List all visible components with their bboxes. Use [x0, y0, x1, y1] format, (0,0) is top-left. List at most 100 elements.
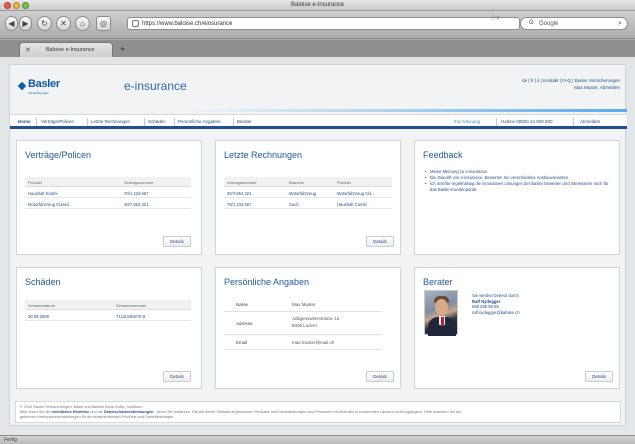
window-title: Baloise e-Insurance [290, 2, 345, 8]
panel-persoenlich: Persönliche Angaben Name Max Muster Adre… [215, 267, 401, 389]
details-button-rechnungen[interactable]: Details [366, 236, 394, 247]
footer-text: , bevor Sie fortfahren. Die auf dieser W… [154, 410, 462, 415]
top-links: de | fr | it | Kontakt | FAQ | Basler Ve… [522, 78, 620, 91]
table-row[interactable]: Haushalt Kombi 70/1.234.567 [25, 188, 191, 198]
page-viewport: Basler Versicherungen e-insurance de | f… [0, 57, 635, 435]
details-button-persoenlich[interactable]: Details [366, 371, 394, 382]
site-container: Basler Versicherungen e-insurance de | f… [9, 64, 627, 426]
personal-label: Email [236, 340, 248, 345]
footer-link-privacy[interactable]: Datenschutzbestimmungen [104, 410, 154, 414]
table-row[interactable]: 70/1.234.567 Sach Haushalt Combi [224, 199, 392, 209]
address-text: https://www.baloise.ch/einsurance [142, 21, 233, 27]
details-button-berater[interactable]: Details [585, 371, 613, 382]
magnifier-icon[interactable]: ⌕ [618, 20, 622, 28]
forward-button[interactable]: ▶ [19, 16, 32, 31]
nav-berater[interactable]: Berater [237, 119, 252, 124]
tab-baloise[interactable]: ✕ Baloise e-Insurance [19, 42, 113, 57]
main-navigation: Home Verträge/Policen Letzte Rechnungen … [10, 114, 627, 129]
close-tab-icon[interactable]: ✕ [25, 46, 31, 54]
user-logout-link[interactable]: Max Muster, Abmelden [522, 85, 620, 92]
nav-abmelden[interactable]: Abmelden [580, 119, 600, 124]
berater-contact: Sie werden betreut durch Ralf Nydegger 0… [472, 293, 520, 315]
table-cell: Haushalt Kombi [28, 191, 58, 196]
globe-icon: ◎ [100, 19, 107, 28]
home-icon: ⌂ [80, 19, 85, 28]
site-identity-button[interactable]: ◎ [96, 16, 111, 31]
table-cell: 71/123456/78.8 [116, 314, 146, 319]
table-cell: 30.06.2009 [28, 314, 49, 319]
personal-row-adresse: Adresse Adligenswilerstrasse 12 6006 Luz… [224, 313, 382, 335]
column-header: Vertragsnummer [227, 180, 257, 185]
nav-divider [144, 118, 145, 126]
tab-label: Baloise e-Insurance [46, 47, 95, 53]
berater-photo [424, 290, 458, 336]
panel-title-feedback: Feedback [423, 150, 463, 160]
nav-divider [36, 118, 37, 126]
column-header: Branche [289, 180, 304, 185]
footer-text: und die [90, 410, 103, 415]
table-cell: 40/7.654.321 [227, 191, 252, 196]
personal-value: Adligenswilerstrasse 12 [292, 316, 340, 321]
nav-vertraege[interactable]: Verträge/Policen [41, 119, 74, 124]
table-row[interactable]: 40/7.654.321 Motorfahrzeug Motorfahrzeug… [224, 188, 392, 198]
new-tab-icon[interactable]: + [120, 44, 125, 54]
berater-email[interactable]: ralf.nydegger@baloise.ch [472, 310, 520, 316]
nav-home[interactable]: Home [18, 119, 31, 124]
panel-title-schaeden: Schäden [25, 277, 61, 287]
table-schaeden: Schadendatum Schadennummer 30.06.2009 71… [25, 300, 191, 321]
page-title: e-insurance [124, 79, 187, 93]
panel-feedback: Feedback Meine Meinung zu e-insurance Di… [414, 140, 620, 255]
back-button[interactable]: ◀ [5, 16, 18, 31]
table-cell: Motorfahrzeug [289, 191, 316, 196]
table-row[interactable]: 30.06.2009 71/123456/78.8 [25, 311, 191, 321]
status-text: Fertig [4, 437, 17, 443]
window-titlebar: Baloise e-Insurance [0, 0, 635, 11]
panel-rechnungen: Letzte Rechnungen Vertragsnummer Branche… [215, 140, 401, 255]
home-button[interactable]: ⌂ [75, 16, 90, 31]
table-cell: Sach [289, 202, 299, 207]
table-row[interactable]: Motorfahrzeug Classic 40/7.654.321 [25, 199, 191, 209]
nav-persoenlich[interactable]: Persönliche Angaben [178, 119, 221, 124]
forward-arrow-icon: ▶ [22, 19, 29, 28]
feedback-list: Meine Meinung zu e-insurance Die Zukunft… [425, 169, 615, 193]
nav-ihre-meinung[interactable]: Ihre Meinung [454, 119, 480, 124]
nav-divider [233, 118, 234, 126]
nav-rechnungen[interactable]: Letzte Rechnungen [91, 119, 130, 124]
panel-schaeden: Schäden Schadendatum Schadennummer 30.06… [16, 267, 202, 389]
nav-divider [573, 118, 574, 126]
logo-word: Basler [28, 78, 60, 90]
berater-intro: Sie werden betreut durch [472, 293, 519, 298]
footer-link-legal[interactable]: rechtlichen Hinweise [51, 410, 89, 414]
nav-hotline[interactable]: Hotline 00800 24 800 800 [501, 119, 553, 124]
stop-button[interactable]: ✕ [56, 16, 71, 31]
details-button-schaeden[interactable]: Details [163, 371, 191, 382]
panel-title-berater: Berater [423, 277, 453, 287]
panel-berater: Berater Sie werden betreut durch Ralf Ny… [414, 267, 620, 389]
search-input[interactable]: G Google ⌕ [520, 17, 628, 30]
column-header: Vertragsnummer [124, 180, 154, 185]
address-bar[interactable]: https://www.baloise.ch/einsurance [127, 17, 520, 30]
basler-logo[interactable]: Basler Versicherungen [17, 77, 79, 99]
reload-button[interactable]: ↻ [37, 16, 52, 31]
status-bar: Fertig [0, 435, 635, 444]
details-button-vertraege[interactable]: Details [163, 236, 191, 247]
table-header: Produkt Vertragsnummer [25, 177, 191, 187]
nav-divider [174, 118, 175, 126]
table-cell: 40/7.654.321 [124, 202, 149, 207]
logo-subtitle: Versicherungen [28, 91, 49, 95]
feedback-link[interactable]: Ich möchte regelmässig die innovativen L… [425, 181, 615, 193]
top-links-languages[interactable]: de | fr | it | Kontakt | FAQ | Basler Ve… [522, 78, 620, 85]
panel-title-persoenlich: Persönliche Angaben [224, 277, 310, 287]
nav-schaeden[interactable]: Schäden [148, 119, 166, 124]
panel-vertraege: Verträge/Policen Produkt Vertragsnummer … [16, 140, 202, 255]
footer-text: Bitte lesen Sie die [20, 410, 51, 415]
personal-row-email: Email max.muster@mail.ch [224, 336, 382, 350]
search-engine-icon[interactable]: G [529, 20, 534, 26]
table-header: Schadendatum Schadennummer [25, 300, 191, 310]
tab-bar: ✕ Baloise e-Insurance + [0, 40, 635, 57]
logo-diamond-icon [17, 81, 27, 91]
back-arrow-icon: ◀ [8, 19, 15, 28]
table-cell: Haushalt Combi [337, 202, 367, 207]
bookmark-star-icon[interactable]: ☆▾ [490, 14, 500, 22]
column-header: Schadendatum [28, 303, 55, 308]
